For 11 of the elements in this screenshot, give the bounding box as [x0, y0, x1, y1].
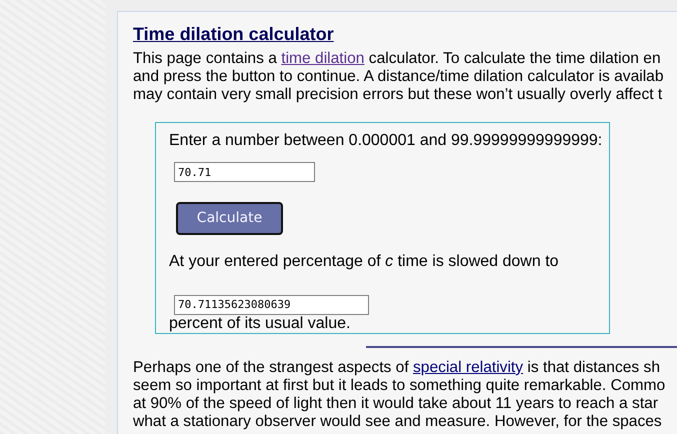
number-input-field[interactable]: 70.71: [174, 162, 315, 182]
result-output-field[interactable]: 70.71135623080639: [174, 294, 369, 315]
link[interactable]: special relativity: [413, 359, 524, 376]
link[interactable]: time dilation: [281, 50, 364, 67]
result-suffix-text: percent of its usual value.: [169, 314, 350, 333]
prompt-label: Enter a number between 0.000001 and 99.99999999999999:: [169, 132, 602, 150]
calculate-button[interactable]: Calculate: [176, 202, 283, 235]
result-text: At your entered percentage of c time is slowed down to: [169, 252, 559, 271]
page-title: Time dilation calculator: [133, 24, 335, 44]
intro-paragraph: This page contains a time dilation calculator. To calculate the time dilation en and press the button to continue. A distance/time dilation calculator is availab may contain very small precision errors but these won’t usually overly affect t: [133, 50, 664, 104]
body-paragraph: Perhaps one of the strangest aspects of special relativity is that distances sh seem so important at first but it leads to something quite remarkable. Commo at 90% of the speed of light then it would take about 11 years to reach a star what a stationary observer would see and measure. However, for the spaces: [133, 359, 666, 431]
